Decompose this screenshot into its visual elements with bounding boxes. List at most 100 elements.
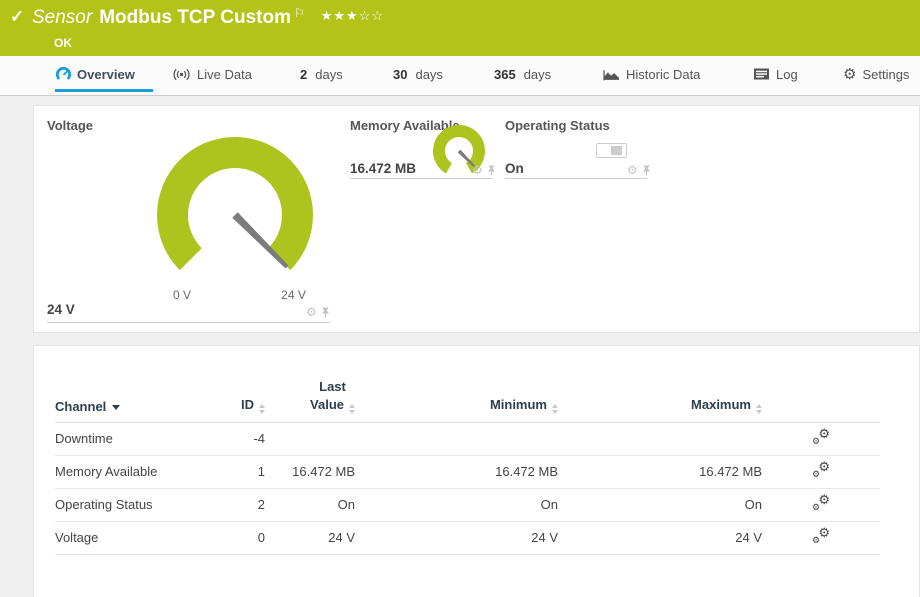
sort-updown-icon: [349, 404, 355, 414]
voltage-gauge-title: Voltage: [47, 118, 93, 133]
voltage-panel-divider: [47, 322, 330, 323]
flag-icon[interactable]: ⚐: [294, 6, 305, 20]
tab-settings[interactable]: ⚙ Settings: [843, 56, 909, 92]
memory-panel-icons: ⚙: [472, 164, 496, 176]
gear-icon: ⚙: [843, 67, 856, 82]
table-row-operating-status: Operating Status 2 On On On ⚙⚙: [55, 488, 880, 521]
toggle-knob: [611, 146, 622, 155]
channel-settings-gears-icon[interactable]: ⚙⚙: [812, 495, 830, 511]
cell-channel: Voltage: [55, 521, 205, 554]
channel-settings-gears-icon[interactable]: ⚙⚙: [812, 528, 830, 544]
table-row-downtime: Downtime -4 ⚙⚙: [55, 422, 880, 455]
column-header-id[interactable]: ID: [205, 374, 265, 422]
tab-2-days[interactable]: 2 days: [300, 56, 343, 92]
column-header-last-label: Last: [319, 379, 346, 394]
voltage-pin-icon[interactable]: [321, 307, 330, 318]
column-header-minimum[interactable]: Minimum: [355, 374, 558, 422]
column-header-last-value[interactable]: Last Value: [265, 374, 355, 422]
status-badge: OK: [54, 36, 72, 50]
operating-panel-divider: [505, 178, 647, 179]
cell-minimum: 24 V: [355, 521, 558, 554]
memory-gear-icon[interactable]: ⚙: [472, 164, 483, 176]
table-row-memory-available: Memory Available 1 16.472 MB 16.472 MB 1…: [55, 455, 880, 488]
check-status-icon: ✓: [10, 7, 24, 27]
tab-365-days-number: 365: [494, 67, 516, 82]
cell-channel: Downtime: [55, 422, 205, 455]
prtg-sensor-page: ✓ Sensor Modbus TCP Custom ⚐ ★★★☆☆ OK Ov…: [0, 0, 920, 597]
column-header-maximum[interactable]: Maximum: [558, 374, 762, 422]
sensor-title: Modbus TCP Custom: [99, 7, 291, 29]
operating-status-title: Operating Status: [505, 118, 610, 133]
voltage-scale-min-label: 0 V: [162, 288, 202, 302]
cell-id: 2: [205, 488, 265, 521]
sort-updown-icon: [259, 404, 265, 414]
cell-last-value: 16.472 MB: [265, 455, 355, 488]
operating-gear-icon[interactable]: ⚙: [627, 164, 638, 176]
cell-minimum: [355, 422, 558, 455]
cell-last-value: 24 V: [265, 521, 355, 554]
log-list-icon: [753, 68, 770, 80]
tab-30-days[interactable]: 30 days: [393, 56, 443, 92]
memory-value: 16.472 MB: [350, 161, 416, 176]
cell-id: 1: [205, 455, 265, 488]
memory-pin-icon[interactable]: [487, 165, 496, 176]
cell-maximum: [558, 422, 762, 455]
sort-updown-icon: [756, 404, 762, 414]
tab-30-days-number: 30: [393, 67, 407, 82]
tab-2-days-number: 2: [300, 67, 307, 82]
channel-table-header-row: Channel ID Last Value Minimum Maximum: [55, 374, 880, 422]
memory-panel-divider: [350, 178, 492, 179]
voltage-value: 24 V: [47, 302, 75, 317]
channels-panel: Channel ID Last Value Minimum Maximum Dow…: [33, 345, 920, 597]
voltage-scale-max-label: 24 V: [271, 288, 316, 302]
column-header-value-label: Value: [310, 397, 344, 412]
channel-settings-gears-icon[interactable]: ⚙⚙: [812, 429, 830, 445]
voltage-gear-icon[interactable]: ⚙: [306, 306, 317, 318]
stars-empty: ☆☆: [359, 8, 384, 23]
cell-minimum: 16.472 MB: [355, 455, 558, 488]
area-chart-icon: [603, 68, 620, 81]
operating-panel-icons: ⚙: [627, 164, 651, 176]
column-header-channel[interactable]: Channel: [55, 374, 205, 422]
tab-2-days-unit: days: [315, 67, 342, 82]
voltage-panel-icons: ⚙: [306, 306, 330, 318]
cell-last-value: On: [265, 488, 355, 521]
table-row-voltage: Voltage 0 24 V 24 V 24 V ⚙⚙: [55, 521, 880, 554]
gauges-panel: Voltage 0 V 24 V 24 V ⚙ Memory Available…: [33, 105, 920, 333]
column-header-maximum-label: Maximum: [691, 397, 751, 412]
operating-status-value: On: [505, 161, 524, 176]
tab-30-days-unit: days: [415, 67, 442, 82]
tab-historic-data[interactable]: Historic Data: [603, 56, 700, 92]
cell-channel: Memory Available: [55, 455, 205, 488]
broadcast-icon: [172, 68, 191, 81]
tab-overview[interactable]: Overview: [56, 56, 135, 92]
sort-caret-down-icon: [112, 405, 120, 410]
sensor-kind-label: Sensor: [32, 7, 92, 29]
column-header-channel-label: Channel: [55, 399, 106, 414]
cell-channel: Operating Status: [55, 488, 205, 521]
gauge-icon: [56, 67, 71, 82]
tab-log[interactable]: Log: [753, 56, 798, 92]
channel-table: Channel ID Last Value Minimum Maximum Dow…: [55, 374, 880, 555]
column-header-id-label: ID: [241, 397, 254, 412]
tab-live-data[interactable]: Live Data: [172, 56, 252, 92]
cell-id: 0: [205, 521, 265, 554]
star-rating[interactable]: ★★★☆☆: [321, 8, 384, 24]
cell-last-value: [265, 422, 355, 455]
cell-maximum: 24 V: [558, 521, 762, 554]
cell-maximum: 16.472 MB: [558, 455, 762, 488]
tab-overview-label: Overview: [77, 67, 135, 82]
channel-settings-gears-icon[interactable]: ⚙⚙: [812, 462, 830, 478]
cell-minimum: On: [355, 488, 558, 521]
sensor-title-row: Sensor Modbus TCP Custom ⚐ ★★★☆☆: [32, 7, 384, 29]
sort-updown-icon: [552, 404, 558, 414]
tab-365-days-unit: days: [524, 67, 551, 82]
tab-settings-label: Settings: [862, 67, 909, 82]
cell-maximum: On: [558, 488, 762, 521]
column-header-settings: [762, 374, 880, 422]
operating-pin-icon[interactable]: [642, 165, 651, 176]
stars-filled: ★★★: [321, 8, 359, 23]
tab-365-days[interactable]: 365 days: [494, 56, 551, 92]
cell-id: -4: [205, 422, 265, 455]
tab-bar: Overview Live Data 2 days 30 days 365 da…: [0, 56, 920, 96]
